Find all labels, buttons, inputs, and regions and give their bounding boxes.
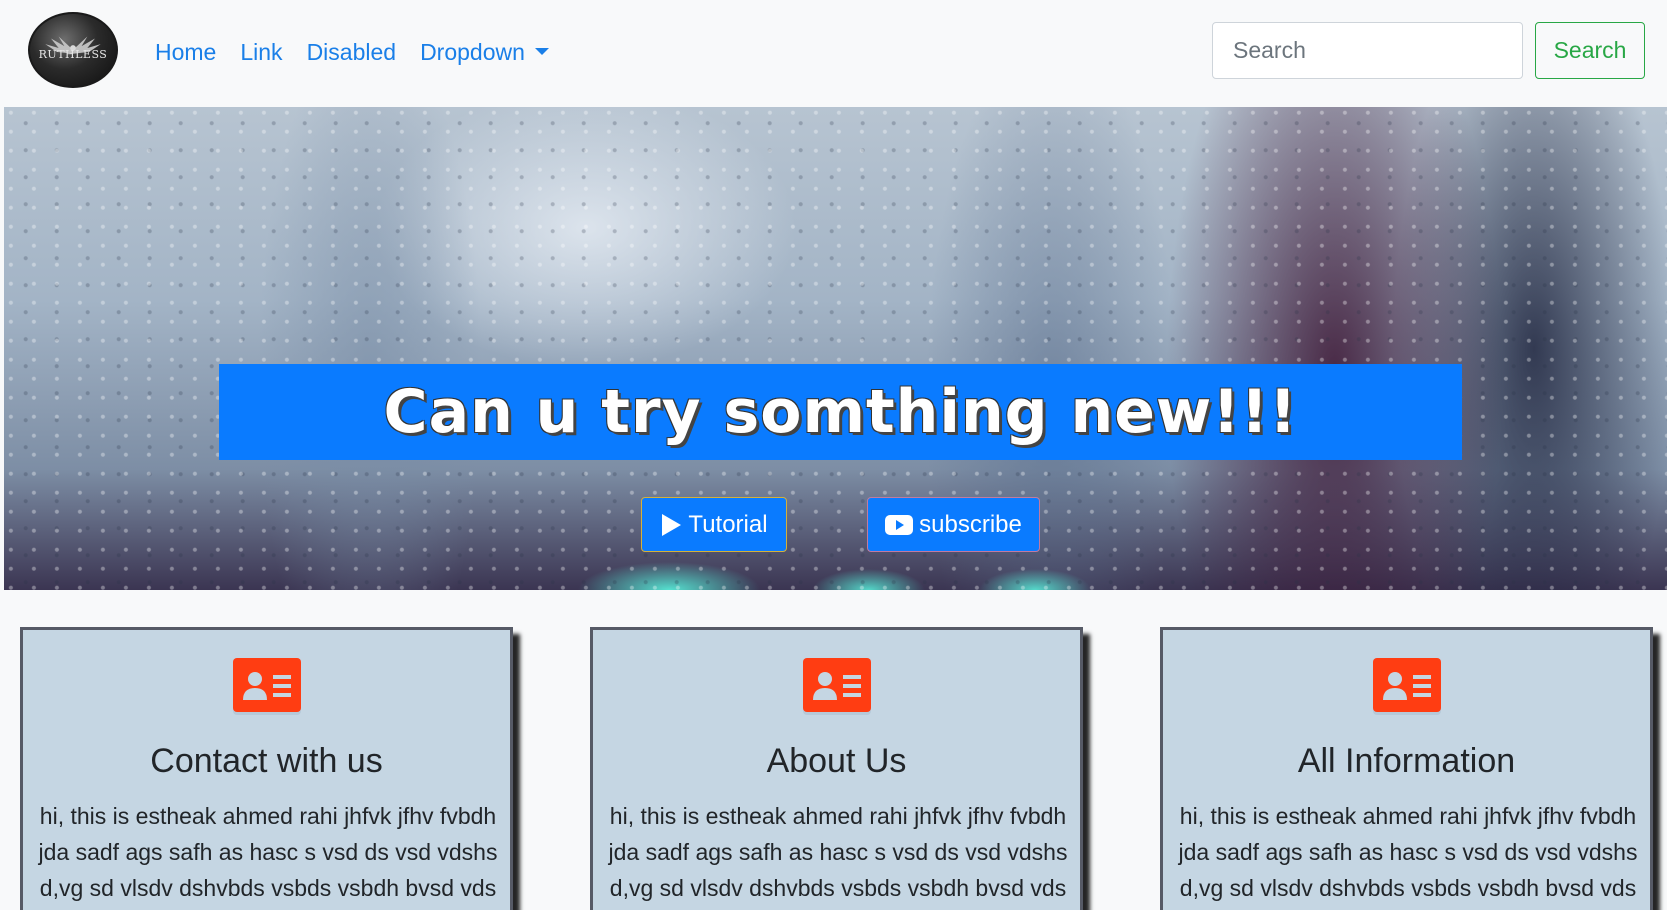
card-text: hi, this is estheak ahmed rahi jhfvk jfh… — [608, 803, 1068, 901]
subscribe-button-label: subscribe — [919, 510, 1022, 538]
card-title: All Information — [1297, 742, 1516, 780]
nav-dropdown-toggle[interactable]: Dropdown — [420, 39, 549, 66]
hero-title: Can u try somthing new!!! — [383, 377, 1298, 447]
contact-card-icon — [803, 658, 871, 712]
logo-text: RUTHLESS — [38, 48, 108, 61]
card-text: hi, this is estheak ahmed rahi jhfvk jfh… — [1178, 803, 1638, 901]
contact-card-icon — [1373, 658, 1441, 712]
hero-background-image — [4, 107, 1667, 590]
nav-link-home[interactable]: Home — [155, 39, 216, 66]
navbar: RUTHLESS Home Link Disabled Dropdown Sea… — [0, 0, 1667, 107]
play-icon — [662, 513, 682, 536]
card-title: About Us — [766, 742, 907, 780]
search-button[interactable]: Search — [1535, 22, 1645, 79]
nav-dropdown-label: Dropdown — [420, 38, 525, 65]
brand-logo[interactable]: RUTHLESS — [28, 12, 118, 88]
youtube-icon — [885, 514, 914, 535]
contact-card-icon — [233, 658, 301, 712]
hero-section: Can u try somthing new!!! Tutorial subsc… — [4, 107, 1667, 590]
nav-link-disabled[interactable]: Disabled — [307, 39, 397, 66]
card-about: About Us hi, this is estheak ahmed rahi … — [590, 627, 1083, 910]
nav-links: Home Link Disabled Dropdown — [155, 34, 573, 70]
card-all-information: All Information hi, this is estheak ahme… — [1160, 627, 1653, 910]
nav-link-link[interactable]: Link — [240, 39, 282, 66]
card-title: Contact with us — [150, 742, 383, 780]
search-input[interactable] — [1212, 22, 1523, 79]
tutorial-button-label: Tutorial — [688, 510, 768, 538]
caret-down-icon — [534, 47, 549, 55]
card-text: hi, this is estheak ahmed rahi jhfvk jfh… — [38, 803, 498, 901]
tutorial-button[interactable]: Tutorial — [641, 497, 787, 552]
card-contact: Contact with us hi, this is estheak ahme… — [20, 627, 513, 910]
subscribe-button[interactable]: subscribe — [867, 497, 1040, 552]
hero-banner: Can u try somthing new!!! — [219, 364, 1462, 460]
